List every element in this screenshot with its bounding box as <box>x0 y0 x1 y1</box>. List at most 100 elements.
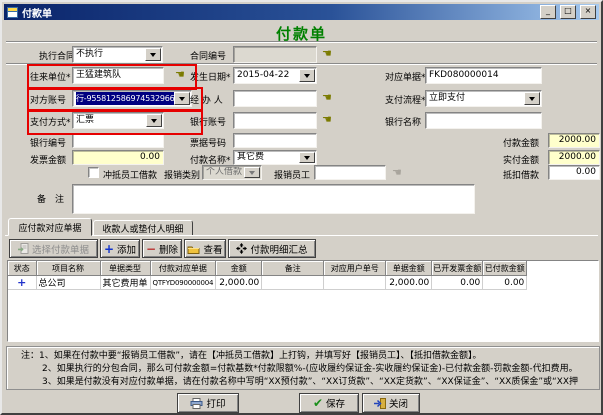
table-row[interactable]: + 总公司 其它费用单 QTFYD090000004 2,000.00 2,00… <box>8 276 527 290</box>
partner-field[interactable]: 王猛建筑队 <box>72 67 164 84</box>
browse-hand-icon[interactable]: ☚ <box>175 69 185 80</box>
cell-user-doc-no <box>324 276 386 290</box>
pay-method-value: 汇票 <box>76 114 147 127</box>
delete-button[interactable]: − 删除 <box>142 239 182 258</box>
col-doc-type: 单据类型 <box>100 261 150 276</box>
print-button[interactable]: 打印 <box>177 393 239 413</box>
remarks-label: 备 注 <box>37 192 64 205</box>
occur-date-value: 2015-04-22 <box>237 69 300 82</box>
pay-amount-label: 付款金额 <box>503 136 539 149</box>
actual-amount-field[interactable]: 2000.00 <box>548 150 600 165</box>
note-line-2: 2、如果执行的分包合同，那么可付款金额=付款基数*付款限额%-(应收履约保证金-… <box>21 363 597 376</box>
maximize-button[interactable]: □ <box>560 5 576 19</box>
handler-label: 经 办 人 <box>190 93 223 106</box>
contract-no-label: 合同编号 <box>190 49 226 62</box>
table-header-row: 状态 项目名称 单据类型 付款对应单据 金额 备注 对应用户单号 单据金额 已开… <box>8 261 527 276</box>
reimburse-emp-field[interactable] <box>314 165 386 180</box>
pay-flow-value: 立即支付 <box>429 92 525 105</box>
cell-doc-amount: 2,000.00 <box>386 276 432 290</box>
occur-date-select[interactable]: 2015-04-22 <box>233 67 317 84</box>
payment-form-window: 付款单 _ □ × 付款单 执行合同 不执行 合同编号 ☚ 往来单位* 王猛建筑… <box>0 0 603 415</box>
tab-payee-detail[interactable]: 收款人或垫付人明细 <box>93 220 193 236</box>
save-button[interactable]: ✔ 保存 <box>299 393 359 413</box>
partner-label: 往来单位* <box>30 70 71 83</box>
chevron-down-icon[interactable] <box>299 152 315 163</box>
browse-hand-icon[interactable]: ☚ <box>322 114 332 125</box>
close-button[interactable]: × <box>580 5 596 19</box>
plus-icon: + <box>104 244 114 254</box>
payment-detail-summary-button[interactable]: 付款明细汇总 <box>228 239 316 258</box>
window-title: 付款单 <box>22 5 536 20</box>
close-form-button[interactable]: 关闭 <box>362 393 420 413</box>
save-label: 保存 <box>326 396 345 410</box>
col-invoiced-amount: 已开发票金额 <box>432 261 483 276</box>
invoice-amount-label: 发票金额 <box>30 153 66 166</box>
document-select-icon <box>18 243 29 254</box>
col-doc-amount: 单据金额 <box>386 261 432 276</box>
payment-detail-summary-label: 付款明细汇总 <box>250 242 307 256</box>
actual-amount-label: 实付金额 <box>503 153 539 166</box>
add-label: 添加 <box>117 242 136 256</box>
bank-no-label: 银行编号 <box>30 136 66 149</box>
cell-amount: 2,000.00 <box>216 276 262 290</box>
party-account-select[interactable]: 行-95581258697453296665 <box>72 90 192 107</box>
pay-amount-field[interactable]: 2000.00 <box>548 133 600 148</box>
deduct-loan-field[interactable]: 0.00 <box>548 165 600 180</box>
tab-panel-edge <box>5 235 598 236</box>
minus-icon: − <box>146 244 156 254</box>
cell-project: 总公司 <box>36 276 100 290</box>
chevron-down-icon[interactable] <box>524 92 540 105</box>
cell-doc-type: 其它费用单 <box>100 276 150 290</box>
bank-name-field[interactable] <box>425 112 542 129</box>
data-grid: 状态 项目名称 单据类型 付款对应单据 金额 备注 对应用户单号 单据金额 已开… <box>8 261 527 290</box>
remarks-textarea[interactable] <box>72 184 475 214</box>
pay-name-select[interactable]: 其它费 <box>233 150 317 165</box>
bank-no-field[interactable] <box>72 133 164 148</box>
pay-method-select[interactable]: 汇票 <box>72 112 164 129</box>
col-status: 状态 <box>8 261 36 276</box>
pay-flow-label: 支付流程* <box>385 93 426 106</box>
col-paid-amount: 已付款金额 <box>483 261 527 276</box>
tab-payable-docs[interactable]: 应付款对应单据 <box>8 218 92 236</box>
close-form-label: 关闭 <box>389 396 408 410</box>
chevron-down-icon[interactable] <box>146 114 162 127</box>
reimburse-type-label: 报销类别 <box>164 168 200 181</box>
bank-account-field[interactable] <box>233 112 317 129</box>
offset-loan-checkbox[interactable] <box>88 167 99 178</box>
col-user-doc-no: 对应用户单号 <box>324 261 386 276</box>
delete-label: 删除 <box>159 242 178 256</box>
check-icon: ✔ <box>313 398 323 409</box>
bill-no-field[interactable] <box>233 133 317 148</box>
payable-docs-table: 状态 项目名称 单据类型 付款对应单据 金额 备注 对应用户单号 单据金额 已开… <box>7 260 599 342</box>
doc-no-label: 对应单据* <box>385 70 426 83</box>
chevron-down-icon[interactable] <box>145 48 161 61</box>
exec-contract-select[interactable]: 不执行 <box>72 46 163 63</box>
browse-hand-icon[interactable]: ☚ <box>322 92 332 103</box>
col-pay-doc: 付款对应单据 <box>150 261 216 276</box>
bill-no-label: 票据号码 <box>190 136 226 149</box>
handler-field[interactable] <box>233 90 317 107</box>
cell-remark <box>262 276 324 290</box>
title-bar[interactable]: 付款单 _ □ × <box>4 4 599 20</box>
select-payment-doc-label: 选择付款单据 <box>32 242 89 256</box>
invoice-amount-field[interactable]: 0.00 <box>72 150 164 165</box>
add-button[interactable]: + 添加 <box>100 239 140 258</box>
pay-flow-select[interactable]: 立即支付 <box>425 90 542 107</box>
col-remark: 备注 <box>262 261 324 276</box>
chevron-down-icon[interactable] <box>299 69 315 82</box>
view-label: 查看 <box>203 242 222 256</box>
col-project: 项目名称 <box>36 261 100 276</box>
doc-no-field[interactable]: FKD080000014 <box>425 67 542 84</box>
print-label: 打印 <box>206 396 225 410</box>
exec-contract-value: 不执行 <box>76 48 146 61</box>
divider <box>6 41 597 43</box>
row-status-icon: + <box>10 277 34 288</box>
chevron-down-icon[interactable] <box>174 92 190 105</box>
folder-icon <box>187 244 200 254</box>
browse-hand-icon[interactable]: ☚ <box>322 48 332 59</box>
deduct-loan-label: 抵扣借款 <box>503 168 539 181</box>
minimize-button[interactable]: _ <box>540 5 556 19</box>
cell-pay-doc: QTFYD090000004 <box>150 276 216 290</box>
view-button[interactable]: 查看 <box>184 239 226 258</box>
reimburse-type-value: 个人借款 <box>206 167 245 178</box>
